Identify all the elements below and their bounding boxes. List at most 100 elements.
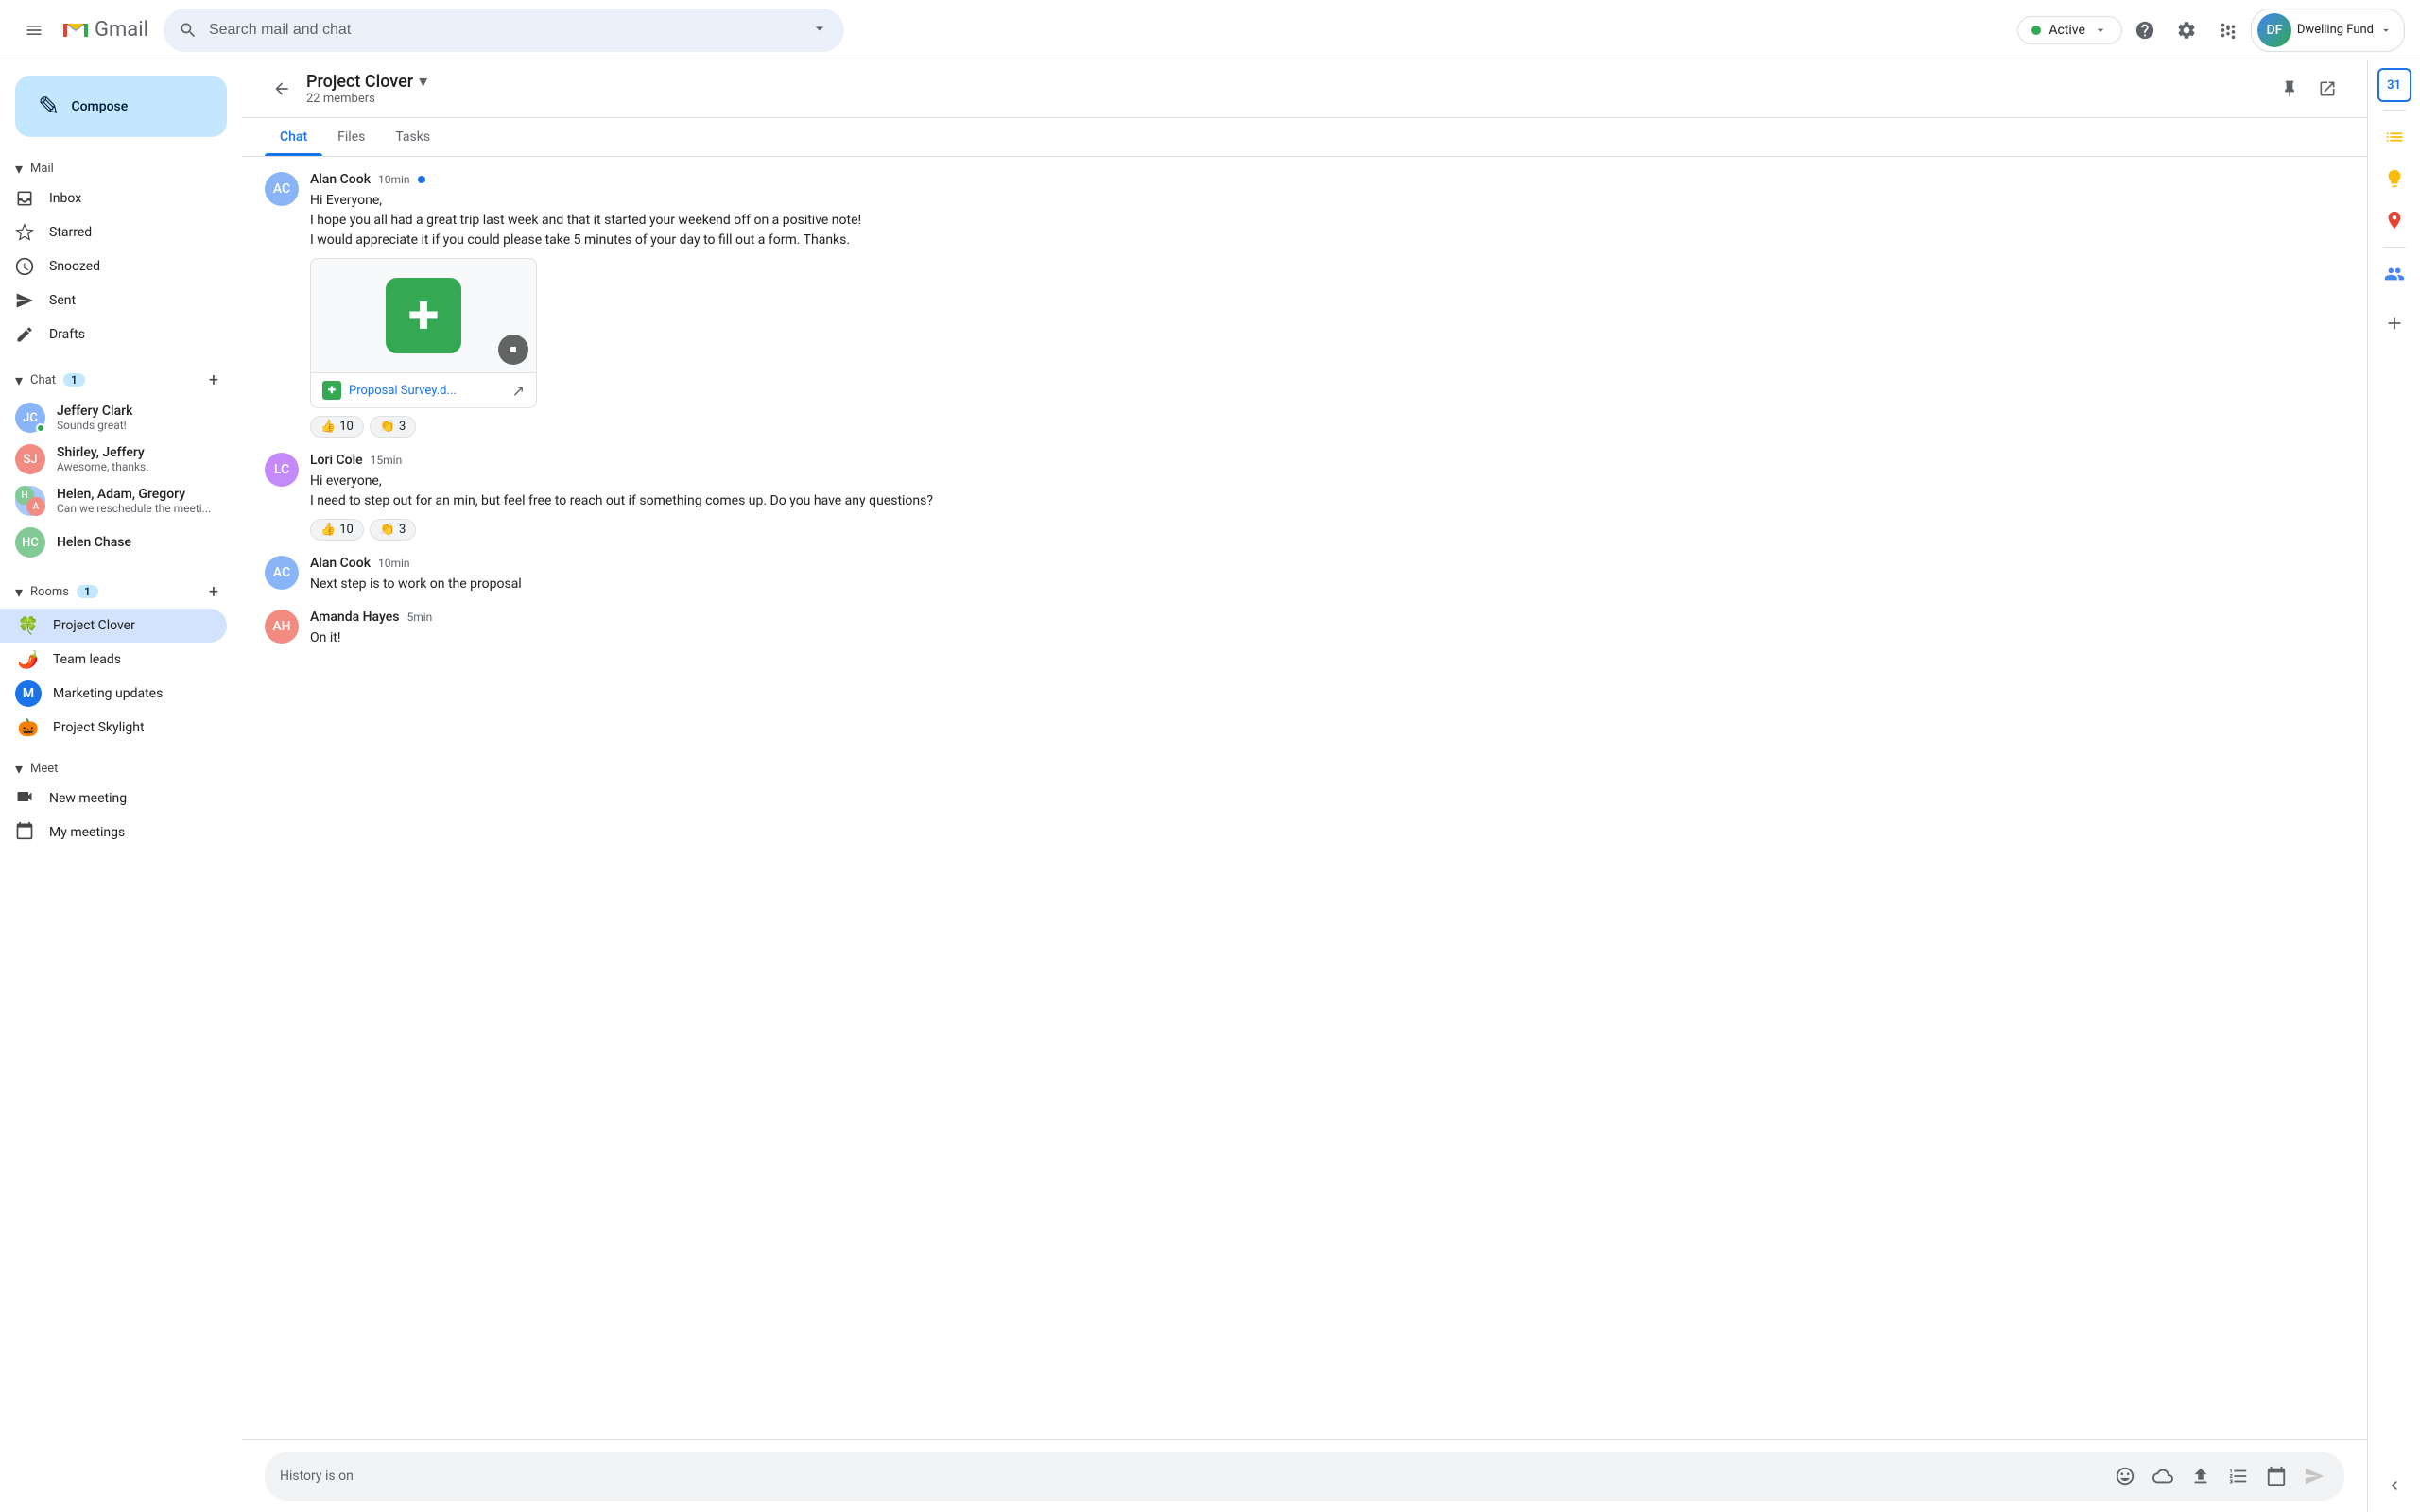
amanda-avatar: AH: [265, 610, 299, 644]
back-button[interactable]: [265, 72, 299, 106]
alan-reactions-1: 👍 10 👏 3: [310, 416, 2344, 438]
thumbs-up-count-1: 10: [339, 420, 354, 434]
reaction-thumbs-up-2[interactable]: 👍 10: [310, 519, 364, 541]
sidebar-item-sent[interactable]: Sent: [0, 284, 227, 318]
thumbs-up-count-2: 10: [339, 523, 354, 537]
alan-online-dot: [418, 176, 425, 183]
room-team-leads[interactable]: 🌶️ Team leads: [0, 643, 227, 677]
alan-avatar-1: AC: [265, 172, 299, 206]
helen-adam-name: Helen, Adam, Gregory: [57, 487, 212, 502]
clap-emoji-2: 👏: [380, 523, 395, 537]
expand-icon[interactable]: [2376, 1467, 2413, 1504]
file-small-icon: ✚: [322, 381, 341, 400]
schedule-button[interactable]: [2261, 1461, 2291, 1491]
emoji-button[interactable]: [2110, 1461, 2140, 1491]
meet-section-label[interactable]: ▾ Meet: [0, 752, 242, 782]
maps-sidebar-button[interactable]: [2376, 201, 2413, 239]
lori-message-body: Lori Cole 15min Hi everyone, I need to s…: [310, 453, 2344, 541]
tasks-sidebar-button[interactable]: [2376, 118, 2413, 156]
upload-button[interactable]: [2186, 1461, 2216, 1491]
sidebar-item-starred[interactable]: Starred: [0, 215, 227, 249]
pin-button[interactable]: [2273, 72, 2307, 106]
meet-new-meeting[interactable]: New meeting: [0, 782, 227, 816]
tab-tasks[interactable]: Tasks: [380, 118, 445, 156]
chat-area: Project Clover ▾ 22 members Chat Files T…: [242, 60, 2367, 1512]
chat-add-button[interactable]: +: [200, 367, 227, 393]
tab-chat[interactable]: Chat: [265, 118, 322, 156]
calendar-sidebar-button[interactable]: 31: [2377, 68, 2411, 102]
team-leads-name: Team leads: [53, 652, 121, 667]
search-bar[interactable]: [164, 9, 844, 52]
apps-button[interactable]: [2209, 11, 2247, 49]
expand-sidebar-btn[interactable]: [2376, 1467, 2413, 1504]
chat-header-actions: [2273, 72, 2344, 106]
sidebar-item-drafts[interactable]: Drafts: [0, 318, 227, 352]
marketing-updates-icon: M: [15, 680, 42, 707]
new-meeting-icon: [15, 787, 34, 811]
settings-button[interactable]: [2168, 11, 2205, 49]
file-attachment: ✚ ⏹ ✚ Proposal Survey.d... ↗: [310, 258, 537, 408]
room-project-skylight[interactable]: 🎃 Project Skylight: [0, 711, 227, 745]
topbar-actions: Active DF Dwelling Fund: [2017, 9, 2405, 52]
rooms-add-button[interactable]: +: [200, 578, 227, 605]
reaction-clap-2[interactable]: 👏 3: [370, 519, 417, 541]
compose-placeholder-text: History is on: [280, 1469, 2102, 1484]
reaction-thumbs-up-1[interactable]: 👍 10: [310, 416, 364, 438]
drive-button[interactable]: [2148, 1461, 2178, 1491]
file-open-button[interactable]: ↗: [512, 382, 525, 400]
compose-button[interactable]: ✎ Compose: [15, 76, 227, 137]
keep-sidebar-button[interactable]: [2376, 160, 2413, 198]
chat-contact-jeffery[interactable]: JC Jeffery Clark Sounds great!: [0, 397, 227, 438]
reaction-clap-1[interactable]: 👏 3: [370, 416, 417, 438]
alan-message-1-body: Alan Cook 10min Hi Everyone, I hope you …: [310, 172, 2344, 438]
amanda-message-header: Amanda Hayes 5min: [310, 610, 2344, 625]
active-label: Active: [2048, 23, 2085, 38]
sidebar-item-snoozed[interactable]: Snoozed: [0, 249, 227, 284]
menu-button[interactable]: [15, 11, 53, 49]
lori-reactions: 👍 10 👏 3: [310, 519, 2344, 541]
format-button[interactable]: [2223, 1461, 2254, 1491]
popout-button[interactable]: [2310, 72, 2344, 106]
chat-contact-shirley[interactable]: SJ Shirley, Jeffery Awesome, thanks.: [0, 438, 227, 480]
chat-header-info: Project Clover ▾ 22 members: [306, 72, 2273, 106]
sidebar-item-inbox[interactable]: Inbox: [0, 181, 227, 215]
mail-chevron: ▾: [15, 160, 23, 178]
mail-section-label[interactable]: ▾ Mail: [0, 152, 242, 181]
helen-chase-name: Helen Chase: [57, 535, 212, 550]
chat-section-label[interactable]: ▾ Chat 1 +: [0, 359, 242, 397]
helen-adam-avatar: H A: [15, 486, 45, 516]
project-clover-name: Project Clover: [53, 618, 135, 633]
search-input[interactable]: [209, 22, 799, 39]
lori-name: Lori Cole: [310, 453, 363, 468]
chat-contact-helen-chase[interactable]: HC Helen Chase: [0, 522, 227, 563]
compose-input-row[interactable]: History is on: [265, 1452, 2344, 1501]
jeffery-avatar: JC: [15, 403, 45, 433]
search-expand-icon[interactable]: [810, 19, 829, 42]
alan-name-1: Alan Cook: [310, 172, 371, 187]
shirley-info: Shirley, Jeffery Awesome, thanks.: [57, 445, 212, 473]
file-overlay-stop[interactable]: ⏹: [498, 335, 528, 365]
help-button[interactable]: [2126, 11, 2164, 49]
chat-room-title[interactable]: Project Clover ▾: [306, 72, 2273, 92]
dwelling-fund-button[interactable]: DF Dwelling Fund: [2251, 9, 2405, 52]
chat-section-text: Chat: [30, 373, 56, 387]
chat-contact-helen-adam[interactable]: H A Helen, Adam, Gregory Can we reschedu…: [0, 480, 227, 522]
new-meeting-label: New meeting: [49, 791, 127, 806]
alan-text-2-line1: Next step is to work on the proposal: [310, 575, 2344, 594]
tab-files[interactable]: Files: [322, 118, 380, 156]
user-avatar: DF: [2257, 13, 2291, 47]
active-dropdown-icon: [2093, 23, 2108, 38]
jeffery-info: Jeffery Clark Sounds great!: [57, 404, 212, 432]
add-apps-button[interactable]: [2376, 304, 2413, 342]
sent-icon: [15, 291, 34, 310]
file-type-icon: ✚: [328, 386, 336, 396]
send-button[interactable]: [2299, 1461, 2329, 1491]
room-project-clover[interactable]: 🍀 Project Clover: [0, 609, 227, 643]
contacts-sidebar-button[interactable]: [2376, 255, 2413, 293]
room-marketing-updates[interactable]: M Marketing updates: [0, 677, 227, 711]
active-status-button[interactable]: Active: [2017, 16, 2122, 44]
project-clover-icon: 🍀: [15, 612, 42, 639]
meet-my-meetings[interactable]: My meetings: [0, 816, 227, 850]
rooms-section-label[interactable]: ▾ Rooms 1 +: [0, 571, 242, 609]
team-leads-icon: 🌶️: [15, 646, 42, 673]
